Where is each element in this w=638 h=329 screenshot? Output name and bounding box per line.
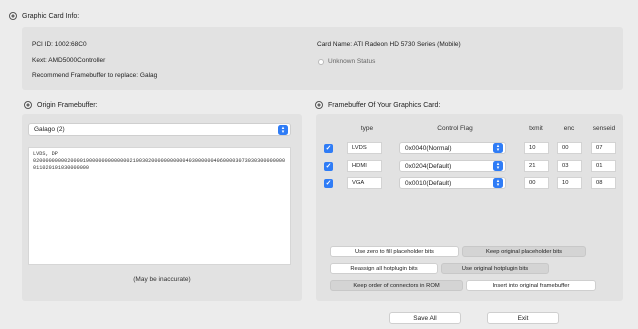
row-enable-checkbox[interactable]: ✓ <box>324 162 333 171</box>
col-header-control-flag: Control Flag <box>437 125 473 132</box>
row-txmit-field[interactable]: 10 <box>524 142 549 154</box>
row-type-field[interactable]: HDMI <box>347 160 382 172</box>
graphic-card-info-header: Graphic Card Info: <box>9 12 79 20</box>
col-header-txmit: txmit <box>529 125 543 132</box>
section-radio-icon <box>9 12 17 20</box>
row-enable-checkbox[interactable]: ✓ <box>324 179 333 188</box>
row-type-field[interactable]: LVDS <box>347 142 382 154</box>
kext-label: Kext: AMD5000Controller <box>32 57 106 64</box>
row-type-field[interactable]: VGA <box>347 177 382 189</box>
chevron-updown-icon: ▴ ▾ <box>493 161 503 171</box>
card-name-label: Card Name: ATI Radeon HD 5730 Series (Mo… <box>317 41 461 48</box>
framebuffer-card-panel: type Control Flag txmit enc senseid ✓ LV… <box>316 114 623 301</box>
row-senseid-field[interactable]: 08 <box>591 177 616 189</box>
section-radio-icon <box>315 101 323 109</box>
row-control-flag-value: 0x0204(Default) <box>405 162 452 170</box>
row-control-flag-value: 0x0040(Normal) <box>405 144 452 152</box>
graphic-card-info-title: Graphic Card Info: <box>22 12 80 20</box>
exit-button[interactable]: Exit <box>487 312 559 324</box>
row-txmit-field[interactable]: 00 <box>524 177 549 189</box>
row-enable-checkbox[interactable]: ✓ <box>324 144 333 153</box>
row-enc-field[interactable]: 00 <box>557 142 582 154</box>
row-control-flag-select[interactable]: 0x0010(Default) ▴ ▾ <box>399 177 506 189</box>
pci-id-label: PCI ID: 1002:68C0 <box>32 41 87 48</box>
radio-circle-icon <box>318 58 324 65</box>
keep-placeholder-button[interactable]: Keep original placeholder bits <box>462 246 586 257</box>
row-senseid-field[interactable]: 07 <box>591 142 616 154</box>
row-senseid-field[interactable]: 01 <box>591 160 616 172</box>
insert-original-button[interactable]: Insert into original framebuffer <box>466 280 596 291</box>
reassign-hotplug-button[interactable]: Reassign all hotplugin bits <box>330 263 438 274</box>
col-header-enc: enc <box>563 125 575 132</box>
origin-framebuffer-title: Origin Framebuffer: <box>37 101 98 109</box>
col-header-senseid: senseid <box>592 125 616 132</box>
row-enc-field[interactable]: 03 <box>557 160 582 172</box>
framebuffer-card-title: Framebuffer Of Your Graphics Card: <box>328 101 441 109</box>
row-enc-field[interactable]: 10 <box>557 177 582 189</box>
row-control-flag-select[interactable]: 0x0204(Default) ▴ ▾ <box>399 160 506 172</box>
row-control-flag-value: 0x0010(Default) <box>405 179 452 187</box>
status-label: Unknown Status <box>328 58 376 65</box>
framebuffer-card-header: Framebuffer Of Your Graphics Card: <box>315 101 440 109</box>
chevron-updown-icon: ▴ ▾ <box>493 143 503 153</box>
row-control-flag-select[interactable]: 0x0040(Normal) ▴ ▾ <box>399 142 506 154</box>
unknown-status-radio[interactable]: Unknown Status <box>318 58 375 65</box>
origin-framebuffer-panel: Galago (2) ▴ ▾ LVDS, DP 02000000000200001… <box>22 114 302 301</box>
chevron-updown-icon: ▴ ▾ <box>493 178 503 188</box>
inaccurate-note: (May be inaccurate) <box>133 276 191 283</box>
recommend-label: Recommend Framebuffer to replace: Galag <box>32 72 158 79</box>
use-original-hotplug-button[interactable]: Use original hotplugin bits <box>441 263 549 274</box>
origin-framebuffer-header: Origin Framebuffer: <box>24 101 98 109</box>
framebuffer-select[interactable]: Galago (2) ▴ ▾ <box>28 123 291 136</box>
section-radio-icon <box>24 101 32 109</box>
save-all-button[interactable]: Save All <box>389 312 461 324</box>
framebuffer-select-value: Galago (2) <box>34 126 65 133</box>
row-txmit-field[interactable]: 21 <box>524 160 549 172</box>
graphic-card-info-panel: PCI ID: 1002:68C0 Kext: AMD5000Controlle… <box>22 27 623 90</box>
col-header-type: type <box>360 125 374 132</box>
framebuffer-textarea[interactable]: LVDS, DP 0200000000020000190000000000000… <box>28 147 291 265</box>
zero-fill-placeholder-button[interactable]: Use zero to fill placeholder bits <box>330 246 459 257</box>
chevron-updown-icon: ▴ ▾ <box>278 124 288 135</box>
keep-order-button[interactable]: Keep order of connectors in ROM <box>330 280 463 291</box>
